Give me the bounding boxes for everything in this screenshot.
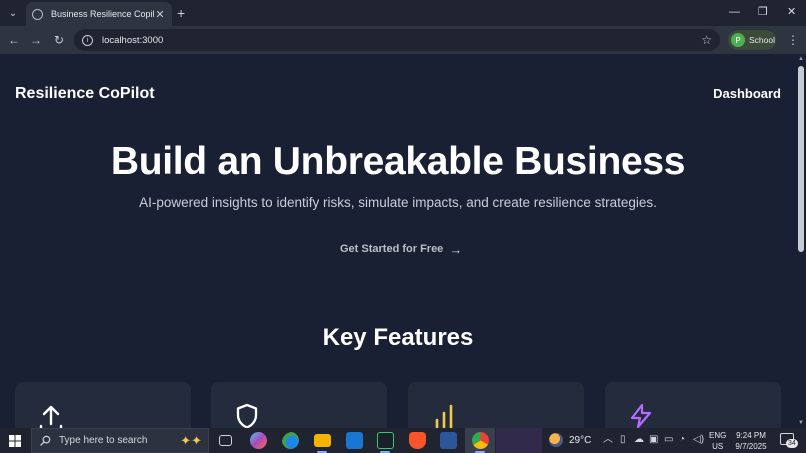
hero-title: Build an Unbreakable Business [110, 140, 686, 183]
get-started-label: Get Started for Free [340, 243, 444, 255]
close-window-button[interactable]: ✕ [787, 4, 796, 20]
onedrive-icon[interactable]: ☁ [634, 434, 644, 446]
weather-icon[interactable] [549, 433, 563, 447]
minimize-button[interactable]: — [729, 4, 740, 20]
bookmark-star-icon[interactable]: ☆ [701, 33, 712, 47]
lightning-icon [630, 403, 652, 428]
upload-icon [39, 405, 63, 428]
back-button[interactable]: ← [6, 32, 22, 48]
file-explorer-icon[interactable] [314, 434, 331, 447]
brave-icon[interactable] [409, 432, 426, 449]
profile-name: School [749, 35, 775, 45]
address-bar[interactable]: i localhost:3000 ☆ [74, 29, 720, 51]
widgets-area[interactable] [496, 428, 542, 453]
terminal-icon[interactable] [377, 432, 394, 449]
site-info-icon[interactable]: i [82, 34, 93, 46]
meet-now-icon[interactable]: ▯ [620, 434, 626, 446]
feature-card [15, 382, 191, 428]
outlook-icon[interactable] [346, 432, 363, 449]
restore-button[interactable]: ❐ [758, 4, 768, 20]
edge-icon[interactable] [282, 432, 299, 449]
url-text: localhost:3000 [102, 34, 164, 46]
tab-search-button[interactable]: ⌄ [4, 4, 22, 22]
battery-icon[interactable]: ▭ [664, 434, 673, 446]
scroll-thumb[interactable] [798, 66, 804, 252]
taskbar-search-box[interactable]: Type here to search ✦✦ [31, 428, 209, 453]
feature-card [605, 382, 781, 428]
hero-subtitle: AI-powered insights to identify risks, s… [139, 195, 657, 210]
bar-chart-icon [435, 404, 453, 428]
browser-tab[interactable]: Business Resilience Copilot ✕ [26, 2, 172, 26]
notification-badge: 34 [786, 439, 798, 448]
features-heading: Key Features [322, 324, 474, 351]
page-viewport: Resilience CoPilot Dashboard Build an Un… [0, 54, 796, 428]
scroll-up-icon[interactable]: ▲ [798, 56, 804, 62]
browser-toolbar: ← → ↻ i localhost:3000 ☆ P School ⋮ [0, 26, 806, 54]
volume-icon[interactable]: ◁) [693, 434, 704, 446]
scroll-down-icon[interactable]: ▼ [798, 420, 804, 426]
language-code: ENG [709, 431, 727, 440]
clock[interactable]: 9:24 PM 9/7/2025 [733, 430, 769, 452]
language-indicator[interactable]: ENG US [709, 430, 726, 452]
shield-icon [236, 403, 258, 428]
tab-title: Business Resilience Copilot [51, 9, 154, 19]
display-icon[interactable]: ▣ [649, 434, 658, 446]
browser-tab-strip: ⌄ Business Resilience Copilot ✕ + — ❐ ✕ [0, 0, 806, 26]
windows-taskbar: Type here to search ✦✦ 29°C ︿ ▯ ☁ ▣ ▭ ◔ … [0, 428, 806, 453]
feature-card [408, 382, 584, 428]
arrow-right-icon: → [449, 241, 463, 257]
clock-time: 9:24 PM [736, 431, 766, 440]
sparkle-icon: ✦✦ [180, 432, 202, 448]
feature-card [211, 382, 387, 428]
profile-button[interactable]: P School [728, 30, 776, 50]
weather-temperature[interactable]: 29°C [569, 435, 591, 446]
brand-logo[interactable]: Resilience CoPilot [15, 85, 155, 103]
chrome-icon[interactable] [472, 432, 489, 449]
forward-button[interactable]: → [28, 32, 44, 48]
globe-icon [32, 8, 43, 20]
wifi-icon[interactable]: ◔ [679, 434, 685, 446]
copilot-icon[interactable] [250, 432, 267, 449]
reload-button[interactable]: ↻ [51, 32, 67, 48]
word-icon[interactable] [440, 432, 457, 449]
windows-start-icon[interactable] [9, 435, 21, 447]
clock-date: 9/7/2025 [735, 442, 767, 451]
page-scrollbar[interactable]: ▲ ▼ [796, 54, 806, 428]
avatar: P [731, 33, 745, 47]
new-tab-button[interactable]: + [177, 4, 185, 22]
task-view-icon[interactable] [219, 435, 232, 446]
browser-menu-icon[interactable]: ⋮ [787, 34, 799, 46]
language-region: US [712, 442, 724, 451]
search-icon [40, 435, 51, 446]
dashboard-link[interactable]: Dashboard [713, 86, 781, 101]
tab-close-icon[interactable]: ✕ [154, 8, 166, 21]
get-started-button[interactable]: Get Started for Free → [340, 240, 462, 258]
search-placeholder: Type here to search [59, 435, 148, 446]
chevron-up-icon[interactable]: ︿ [603, 434, 613, 446]
